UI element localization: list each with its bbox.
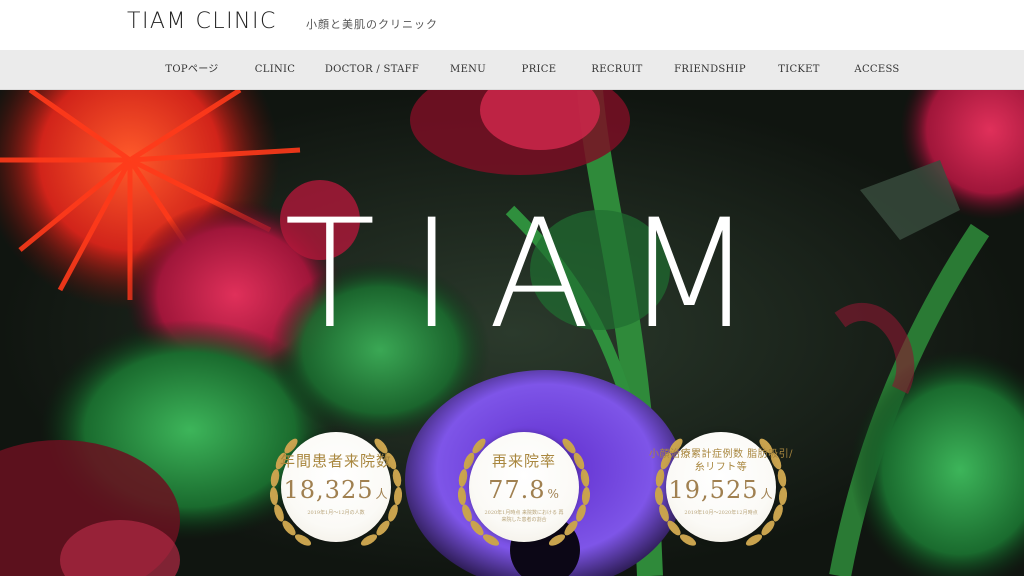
badge-unit: 人 [375,487,389,501]
badge-value: 77.8% [488,476,560,504]
stat-badge-annual-patients: 年間患者来院数 18,325 人 2019年1月〜12月の人数 [261,418,411,568]
nav-item-doctor-staff[interactable]: DOCTOR / STAFF [325,50,419,90]
hero-section: TIAM 年間患者来院数 18,325 人 2019年1月〜12月の人数 再来院… [0,90,1024,576]
site-logo[interactable]: TIAM CLINIC [127,9,277,34]
badge-value: 19,525 人 [668,476,774,504]
badge-label: 小顔治療累計症例数 脂肪吸引/糸リフト等 [648,449,794,473]
badge-value: 18,325 人 [283,476,389,504]
nav-item-friendship[interactable]: FRIENDSHIP [674,50,746,90]
badge-unit: 人 [760,487,774,501]
site-header: TIAM CLINIC 小顔と美肌のクリニック [0,0,1024,50]
badge-label: 再来院率 [491,452,556,470]
nav-item-price[interactable]: PRICE [522,50,557,90]
nav-item-top[interactable]: TOPページ [165,50,218,90]
stat-badge-small-face-cases: 小顔治療累計症例数 脂肪吸引/糸リフト等 19,525 人 2019年10月〜20… [646,418,796,568]
stat-badge-return-rate: 再来院率 77.8% 2020年1月時点 来院数における 再来院した患者の割合 [449,418,599,568]
nav-item-menu[interactable]: MENU [450,50,486,90]
badge-label: 年間患者来院数 [279,452,392,470]
nav-item-access[interactable]: ACCESS [854,50,899,90]
badge-note: 2019年10月〜2020年12月時点 [684,510,758,516]
badge-note: 2019年1月〜12月の人数 [307,510,365,516]
nav-item-ticket[interactable]: TICKET [778,50,820,90]
hero-title: TIAM [284,188,788,362]
main-nav: TOPページ CLINIC DOCTOR / STAFF MENU PRICE … [0,50,1024,90]
nav-item-clinic[interactable]: CLINIC [255,50,295,90]
badge-unit: % [547,487,560,501]
nav-item-recruit[interactable]: RECRUIT [591,50,642,90]
site-tagline: 小顔と美肌のクリニック [306,18,438,31]
badge-note: 2020年1月時点 来院数における 再来院した患者の割合 [484,510,564,523]
